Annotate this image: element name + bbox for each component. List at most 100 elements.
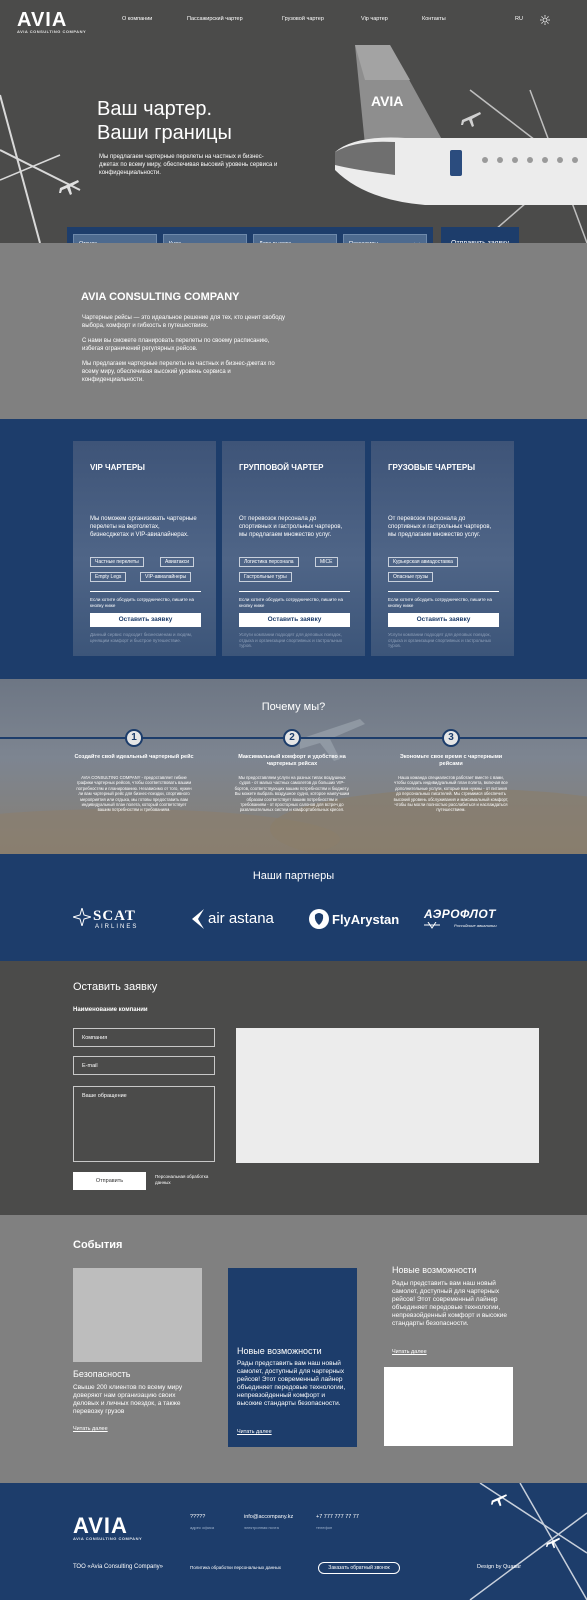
logo-subtext: AVIA CONSULTING COMPANY: [73, 1536, 143, 1541]
why-item-description: AVIA CONSULTING COMPANY - предоставляет …: [76, 775, 192, 813]
partner-logo-scat[interactable]: SCAT AIRLINES: [73, 905, 163, 933]
event-title: Безопасность: [73, 1369, 131, 1379]
partner-name: АЭРОФЛОТ: [424, 907, 497, 921]
site-logo[interactable]: AVIA AVIA CONSULTING COMPANY: [17, 9, 87, 34]
tag-courier-delivery[interactable]: Курьерская авиадоставка: [388, 557, 458, 567]
airplane-icon: [59, 180, 79, 195]
card-request-button[interactable]: Оставить заявку: [239, 613, 350, 627]
partner-logo-air-astana[interactable]: air astana: [191, 905, 281, 933]
address-value: ?????: [190, 1514, 206, 1520]
footer: [0, 1483, 587, 1600]
card-divider: [90, 591, 201, 592]
consent-link[interactable]: Персональная обработка данных: [155, 1174, 225, 1186]
tag-private-flights[interactable]: Частные перелеты: [90, 557, 144, 567]
card-description: От перевозок персонала до спортивных и г…: [239, 516, 343, 538]
email-input[interactable]: E-mail: [73, 1056, 215, 1075]
why-item-description: Мы предоставляем услуги на разных типах …: [234, 775, 350, 813]
service-card-vip: VIP ЧАРТЕРЫ Мы поможем организовать чарт…: [73, 441, 216, 656]
why-item-title: Создайте свой идеальный чартерный рейс: [74, 754, 194, 760]
event-title: Новые возможности: [237, 1346, 322, 1356]
nav-item-cargo-charter[interactable]: Грузовой чартер: [282, 16, 324, 22]
tag-mice[interactable]: MICE: [315, 557, 338, 567]
partner-name: SCAT: [93, 908, 136, 924]
card-footnote: Услуги компании подходят для деловых пое…: [239, 632, 343, 648]
footer-logo[interactable]: AVIA AVIA CONSULTING COMPANY: [73, 1513, 143, 1542]
footer-company: ТОО «Avia Consulting Company»: [73, 1564, 163, 1570]
nav-item-about[interactable]: О компании: [122, 16, 152, 22]
card-title: VIP ЧАРТЕРЫ: [90, 463, 145, 472]
event-card-featured[interactable]: [228, 1268, 357, 1447]
nav-item-contacts[interactable]: Контакты: [422, 16, 446, 22]
aeroflot-wings-icon: [424, 922, 440, 929]
footer-email[interactable]: info@accompany.kz электронная почта: [244, 1514, 293, 1530]
company-input[interactable]: Компания: [73, 1028, 215, 1047]
events-title: События: [73, 1239, 123, 1251]
tag-staff-logistics[interactable]: Логистика персонала: [239, 557, 299, 567]
sun-icon[interactable]: [540, 15, 550, 25]
hero-title-line2: Ваши границы: [97, 122, 232, 144]
hero-title-line1: Ваш чартер.: [97, 98, 213, 120]
partner-logo-aeroflot[interactable]: АЭРОФЛОТ Российские авиалинии: [424, 905, 514, 933]
card-description: Мы поможем организовать чартерные переле…: [90, 516, 197, 538]
event-title: Новые возможности: [392, 1265, 477, 1275]
card-note: Если хотите обсудить сотрудничество, пиш…: [388, 597, 492, 608]
card-footnote: Услуги компании подходят для деловых пое…: [388, 632, 492, 648]
step-number: 3: [442, 729, 460, 747]
submit-button[interactable]: Отправить: [73, 1172, 146, 1190]
event-text: Рады представить вам наш новый самолет, …: [392, 1280, 507, 1327]
airplane-icon: [546, 1537, 560, 1549]
why-item-title: Максимальный комфорт и удобство на чарте…: [238, 754, 346, 767]
card-title: ГРУЗОВЫЕ ЧАРТЕРЫ: [388, 463, 476, 472]
card-note: Если хотите обсудить сотрудничество, пиш…: [239, 597, 343, 608]
message-textarea[interactable]: Ваше обращение: [73, 1086, 215, 1162]
tag-vip-airliners[interactable]: VIP-авиалайнеры: [140, 572, 192, 582]
airplane-icon: [491, 1494, 507, 1507]
hero-title: Ваш чартер. Ваши границы: [97, 97, 232, 145]
read-more-link[interactable]: Читать далее: [73, 1426, 108, 1432]
logo-text: AVIA: [17, 9, 68, 31]
callback-button[interactable]: Заказать обратный звонок: [318, 1562, 400, 1574]
phone-label: телефон: [316, 1525, 333, 1530]
about-paragraph-1: Чартерные рейсы — это идеальное решение …: [82, 315, 286, 329]
card-request-button[interactable]: Оставить заявку: [90, 613, 201, 627]
nav-item-vip-charter[interactable]: Vip чартер: [361, 16, 388, 22]
read-more-link[interactable]: Читать далее: [392, 1349, 427, 1355]
why-title: Почему мы?: [261, 701, 326, 713]
language-switch[interactable]: RU: [515, 16, 523, 22]
card-request-button[interactable]: Оставить заявку: [388, 613, 499, 627]
privacy-policy-link[interactable]: Политика обработки персональных данных: [190, 1565, 281, 1570]
partners-title: Наши партнеры: [252, 870, 335, 882]
card-title: ГРУППОВОЙ ЧАРТЕР: [239, 463, 324, 472]
tag-dangerous-goods[interactable]: Опасные грузы: [388, 572, 434, 582]
tag-tour-trips[interactable]: Гастрольные туры: [239, 572, 292, 582]
card-note: Если хотите обсудить сотрудничество, пиш…: [90, 597, 194, 608]
service-card-cargo: ГРУЗОВЫЕ ЧАРТЕРЫ От перевозок персонала …: [371, 441, 514, 656]
airplane-tail-illustration: AVIA: [335, 45, 587, 205]
tag-air-taxi[interactable]: Авиатакси: [160, 557, 195, 567]
hero-subtitle: Мы предлагаем чартерные перелеты на част…: [99, 154, 278, 176]
footer-phone[interactable]: +7 777 777 77 77 телефон: [316, 1514, 359, 1530]
lion-icon: [309, 909, 329, 929]
partner-logo-flyarystan[interactable]: FlyArystan: [309, 905, 399, 933]
email-value[interactable]: info@accompany.kz: [244, 1514, 293, 1520]
hero-section: AVIA AVIA AVIA CONSULTING COMPANY О комп…: [0, 0, 587, 243]
event-image[interactable]: [384, 1367, 513, 1446]
card-divider: [388, 591, 499, 592]
partner-name: FlyArystan: [332, 912, 400, 927]
about-paragraph-2: С нами вы сможете планировать перелеты п…: [82, 338, 270, 352]
about-section: [0, 243, 587, 419]
svg-text:AVIA: AVIA: [371, 93, 403, 109]
logo-subtext: AVIA CONSULTING COMPANY: [17, 29, 87, 34]
phone-value[interactable]: +7 777 777 77 77: [316, 1514, 359, 1520]
logo-text: AVIA: [73, 1513, 128, 1538]
card-description: От перевозок персонала до спортивных и г…: [388, 516, 492, 538]
why-item-title: Экономьте свое время с чартерными рейсам…: [399, 754, 503, 767]
step-number: 1: [125, 729, 143, 747]
why-item-description: Наша команда специалистов работает вмест…: [393, 775, 509, 813]
read-more-link[interactable]: Читать далее: [237, 1429, 272, 1435]
nav-item-passenger-charter[interactable]: Пассажирский чартер: [187, 16, 243, 22]
map-placeholder[interactable]: [236, 1028, 539, 1163]
form-subtitle: Наименование компании: [73, 1007, 148, 1013]
event-image[interactable]: [73, 1268, 202, 1362]
tag-empty-legs[interactable]: Empty Legs: [90, 572, 127, 582]
